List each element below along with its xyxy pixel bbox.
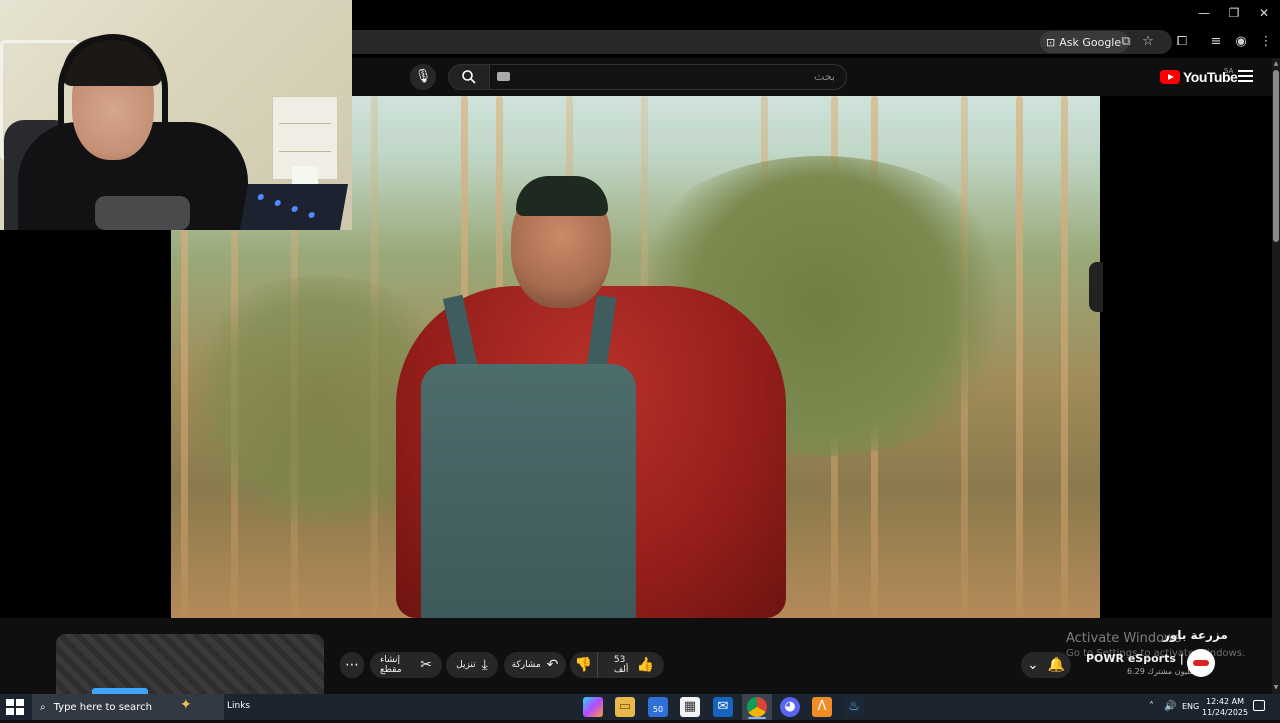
person-overalls (421, 364, 636, 618)
taskbar-search-input[interactable]: ⌕ Type here to search (32, 694, 224, 720)
chevron-down-icon: ⌄ (1027, 657, 1039, 673)
audio-mixer (239, 184, 349, 230)
active-app-indicator (748, 717, 766, 719)
chrome-icon[interactable] (747, 697, 767, 717)
subscriber-count: 6.29 مليون مشترك (1127, 667, 1195, 676)
profile-avatar-icon[interactable]: ◉ (1231, 32, 1251, 52)
minimize-button[interactable]: — (1190, 4, 1218, 22)
download-button[interactable]: تنزيل ⤓ (446, 652, 498, 678)
menu-icon[interactable] (1238, 70, 1253, 82)
mail-badge: 50 (652, 705, 664, 714)
install-app-icon[interactable]: ⧉ (1116, 32, 1136, 52)
search-button[interactable] (448, 64, 490, 90)
download-label: تنزيل (456, 660, 476, 670)
scroll-down-icon[interactable]: ▼ (1272, 684, 1280, 692)
clock-time: 12:42 AM (1206, 697, 1244, 706)
more-actions-button[interactable]: ⋯ (340, 652, 364, 678)
search-input[interactable] (489, 64, 847, 90)
microphone (95, 196, 190, 230)
share-icon: ↶ (546, 657, 559, 673)
like-count: 53 ألف (613, 655, 629, 675)
tray-overflow-icon[interactable]: ˄ (1149, 701, 1154, 712)
voice-search-icon[interactable]: 🎙 (410, 64, 436, 90)
like-button[interactable]: 53 ألف 👍 (604, 655, 664, 675)
scissors-icon: ✂ (420, 657, 432, 673)
restore-button[interactable]: ❐ (1220, 4, 1248, 22)
language-indicator[interactable]: ENG (1182, 702, 1199, 711)
clip-button[interactable]: إنشاء مقطع ✂ (370, 652, 442, 678)
video-title: مزرعة باور (1163, 628, 1228, 642)
thumbs-down-icon: 👎 (574, 657, 593, 673)
search-icon: ⌕ (40, 701, 46, 713)
keyboard-icon[interactable] (497, 72, 510, 81)
scroll-up-icon[interactable]: ▲ (1272, 60, 1280, 68)
notification-center-icon[interactable] (1253, 700, 1265, 711)
scrollbar-thumb[interactable] (1273, 70, 1279, 242)
taskbar-search-placeholder: Type here to search (53, 701, 152, 713)
extensions-icon[interactable]: ⧠ (1172, 32, 1192, 52)
subscription-button[interactable]: ⌄ 🔔 (1021, 652, 1071, 678)
bell-icon: 🔔 (1047, 657, 1065, 673)
discord-icon[interactable]: ◕ (780, 697, 800, 717)
share-button[interactable]: مشاركة ↶ (504, 652, 566, 678)
channel-avatar[interactable] (1187, 649, 1215, 677)
media-controls-icon[interactable]: ≡ (1206, 32, 1226, 52)
steam-icon[interactable]: ♨ (844, 697, 864, 717)
search-icon (462, 70, 476, 84)
next-video-handle[interactable] (1089, 262, 1103, 312)
youtube-play-icon (1160, 70, 1180, 84)
search-placeholder: بحث (814, 70, 835, 83)
lens-icon: ⊡ (1046, 35, 1056, 49)
suggested-video-thumbnail[interactable] (56, 634, 324, 694)
like-dislike-group: 👎 53 ألف 👍 (570, 652, 664, 678)
windows-start-icon[interactable] (6, 699, 24, 715)
aimp-icon[interactable]: Ʌ (812, 697, 832, 717)
region-code: SA (1224, 67, 1234, 75)
file-explorer-icon[interactable]: ▭ (615, 697, 635, 717)
microsoft-store-icon[interactable]: ▦ (680, 697, 700, 717)
clock-date: 11/24/2025 (1202, 708, 1249, 717)
close-button[interactable]: ✕ (1250, 4, 1278, 22)
share-label: مشاركة (511, 660, 541, 670)
bookmark-star-icon[interactable]: ☆ (1138, 32, 1158, 52)
ask-google-label: Ask Google (1059, 35, 1122, 49)
links-toolbar[interactable]: Links (227, 701, 250, 711)
more-icon: ⋯ (345, 657, 359, 673)
outlook-icon[interactable]: ✉ (713, 697, 733, 717)
system-clock[interactable]: 12:42 AM 11/24/2025 (1202, 696, 1248, 718)
download-icon: ⤓ (481, 657, 488, 673)
search-highlight-icon[interactable]: ✦ (180, 697, 192, 713)
thumbs-up-icon: 👍 (636, 657, 654, 673)
clip-label: إنشاء مقطع (380, 655, 402, 675)
volume-icon[interactable]: 🔊 (1164, 701, 1176, 712)
mail-icon[interactable]: 50 (648, 697, 668, 717)
browser-menu-icon[interactable]: ⋮ (1256, 32, 1276, 52)
dislike-button[interactable]: 👎 (570, 652, 598, 678)
copilot-icon[interactable] (583, 697, 603, 717)
headset (58, 34, 168, 134)
webcam-overlay (0, 0, 352, 230)
